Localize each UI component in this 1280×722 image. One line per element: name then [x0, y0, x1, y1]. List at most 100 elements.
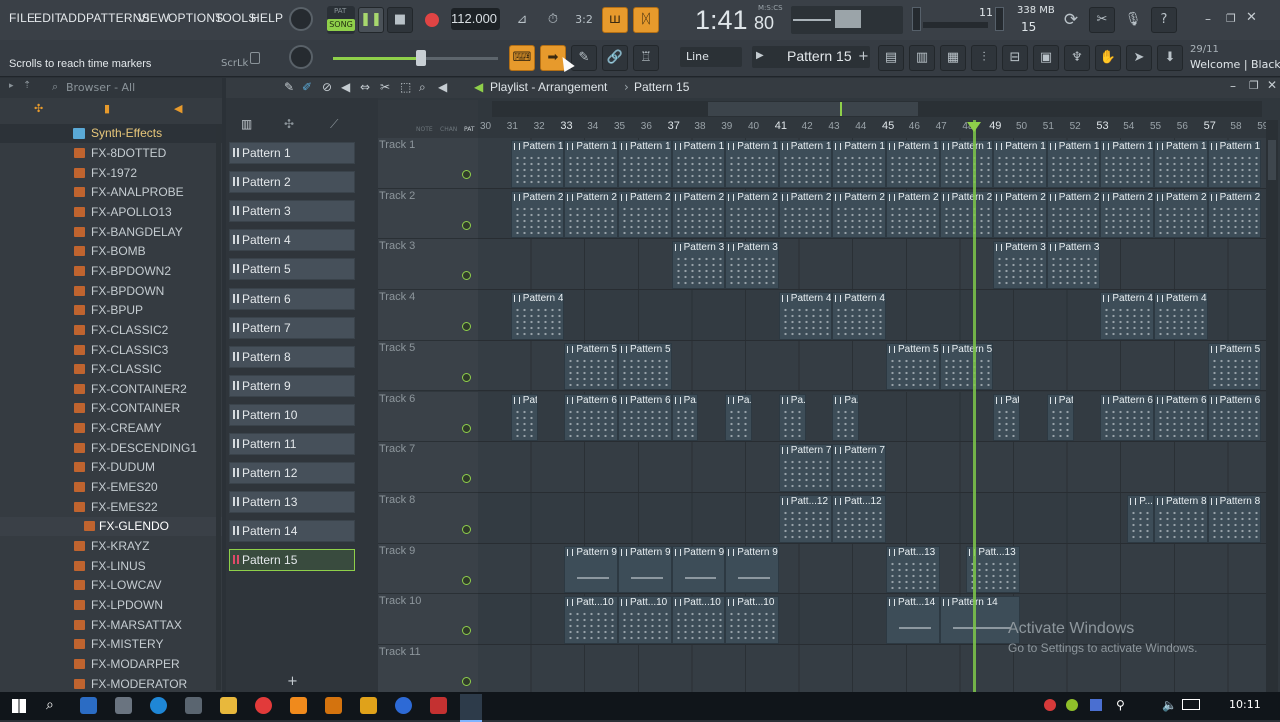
- track-mute-led[interactable]: [462, 170, 471, 179]
- pattern-picker-item[interactable]: Pattern 5: [229, 258, 355, 281]
- playlist-clip[interactable]: Pattern 9: [564, 545, 618, 594]
- menu-add[interactable]: ADD: [60, 11, 86, 25]
- playlist-clip[interactable]: Pattern 6: [510, 393, 538, 442]
- pattern-picker-item[interactable]: Pattern 8: [229, 345, 355, 368]
- track-header[interactable]: Track 5: [378, 340, 478, 392]
- browser-up-icon[interactable]: ⇡: [23, 80, 31, 91]
- playlist-clip[interactable]: Pattern 1: [510, 140, 565, 188]
- playlist-clip[interactable]: Patt...12: [832, 494, 886, 543]
- playlist-clip[interactable]: Pattern 1: [1100, 140, 1154, 188]
- playlist-clip[interactable]: Pattern 2: [510, 190, 565, 239]
- playlist-clip[interactable]: Patt...14: [886, 596, 940, 644]
- playlist-clip[interactable]: Pattern 3: [993, 241, 1047, 290]
- playlist-clip[interactable]: Patt...10: [671, 596, 726, 644]
- playlist-clip[interactable]: Pattern 8: [1207, 494, 1262, 543]
- browser-tool-3-icon[interactable]: ◀: [174, 102, 182, 115]
- playlist-clip[interactable]: Patt...10: [564, 596, 618, 644]
- playlist-clip[interactable]: Pattern 2: [1100, 190, 1154, 239]
- browser-item[interactable]: FX-CONTAINER: [0, 399, 222, 418]
- close-button[interactable]: ✕: [1246, 10, 1260, 25]
- playlist-clip[interactable]: Pattern 4: [510, 292, 565, 340]
- playlist-clip[interactable]: Pattern 5: [618, 342, 672, 391]
- playlist-clip[interactable]: Pattern 4: [1100, 292, 1154, 340]
- paint-tool-icon[interactable]: ✎: [284, 80, 294, 94]
- browser-item[interactable]: FX-MISTERY: [0, 635, 222, 654]
- tray-keyboard-icon[interactable]: [1182, 699, 1200, 710]
- track-mute-led[interactable]: [462, 322, 471, 332]
- tempo-display[interactable]: 112.000: [451, 8, 500, 30]
- record-button[interactable]: [419, 7, 445, 33]
- playlist-clip[interactable]: Patt...12: [778, 494, 833, 543]
- microphone-icon[interactable]: 🎙: [1120, 7, 1146, 33]
- pattern-picker-item[interactable]: Pattern 2: [229, 171, 355, 194]
- playlist-clip[interactable]: Patt...10: [725, 596, 779, 644]
- playlist-clip[interactable]: Pattern 9: [671, 545, 726, 594]
- menu-file[interactable]: FILE: [9, 11, 35, 25]
- taskbar-facebook-icon[interactable]: [395, 697, 412, 714]
- link-icon[interactable]: 🔗: [602, 45, 628, 71]
- snap-selector[interactable]: Line: [680, 47, 742, 67]
- playlist-clip[interactable]: Pattern 1: [939, 140, 994, 188]
- track-mute-led[interactable]: [462, 626, 471, 636]
- playlist-clip[interactable]: Pattern 2: [671, 190, 726, 239]
- slice-tool-icon[interactable]: ✂: [380, 80, 390, 94]
- maximize-button[interactable]: ❐: [1226, 12, 1240, 26]
- track-header[interactable]: Track 1: [378, 138, 478, 189]
- browser-item[interactable]: FX-BPDOWN2: [0, 262, 222, 281]
- track-lane[interactable]: [478, 239, 1266, 291]
- knob-main-volume[interactable]: [289, 7, 313, 31]
- browser-item[interactable]: FX-BOMB: [0, 242, 222, 261]
- track-header[interactable]: Track 6: [378, 391, 478, 443]
- loop-record-button[interactable]: ᛞ: [633, 7, 659, 33]
- pattern-picker-item[interactable]: Pattern 6: [229, 287, 355, 310]
- browser-item[interactable]: FX-EMES22: [0, 498, 222, 517]
- playlist-clip[interactable]: Pattern 4: [778, 292, 833, 340]
- taskbar-app-2-icon[interactable]: [115, 697, 132, 714]
- playlist-clip[interactable]: Pattern 6: [993, 393, 1020, 442]
- track-mute-led[interactable]: [462, 423, 471, 433]
- song-time[interactable]: 1:41 M:S:CS 80: [690, 2, 786, 38]
- playlist-clip[interactable]: Pa...6: [725, 393, 752, 442]
- macro-icon[interactable]: ➤: [1126, 45, 1152, 71]
- browser-item[interactable]: FX-DESCENDING1: [0, 439, 222, 458]
- browser-item[interactable]: FX-MARSATTAX: [0, 616, 222, 635]
- browser-tool-2-icon[interactable]: ▮: [104, 102, 110, 115]
- select-tool-icon[interactable]: ⬚: [400, 80, 411, 94]
- typing-keyboard-button[interactable]: ⌨: [509, 45, 535, 71]
- picker-audio-icon[interactable]: ✣: [284, 117, 294, 131]
- track-header[interactable]: Track 2: [378, 188, 478, 240]
- picker-auto-icon[interactable]: ⟋: [330, 117, 338, 132]
- playlist-clip[interactable]: Pattern 1: [993, 140, 1047, 188]
- playlist-clip[interactable]: Pattern 6: [1207, 393, 1262, 442]
- pattern-picker-item[interactable]: Pattern 3: [229, 200, 355, 223]
- playlist-clip[interactable]: Pattern 9: [725, 545, 779, 594]
- playlist-clip[interactable]: Pattern 6: [1046, 393, 1074, 442]
- playlist-clip[interactable]: Pa...6: [832, 393, 860, 442]
- track-header[interactable]: Track 10: [378, 594, 478, 645]
- plugin-db-icon[interactable]: ▣: [1033, 45, 1059, 71]
- news-panel[interactable]: 29/11 Welcome | Black: [1190, 44, 1280, 74]
- browser-item[interactable]: FX-APOLLO13: [0, 203, 222, 222]
- playlist-clip[interactable]: Pattern 1: [1207, 140, 1262, 188]
- browser-folder-synth-effects[interactable]: Synth-Effects: [0, 124, 222, 143]
- track-mute-led[interactable]: [462, 372, 471, 382]
- playlist-clip[interactable]: Pattern 2: [1046, 190, 1101, 239]
- playlist-vscrollbar[interactable]: [1266, 120, 1278, 692]
- browser-item[interactable]: FX-CLASSIC3: [0, 341, 222, 360]
- plugin-picker-icon[interactable]: ♆: [1064, 45, 1090, 71]
- pattern-picker-item[interactable]: Pattern 11: [229, 433, 355, 455]
- menu-help[interactable]: HELP: [251, 11, 283, 25]
- playlist-clip[interactable]: Pattern 2: [564, 190, 618, 239]
- playlist-maximize-button[interactable]: ❐: [1249, 79, 1259, 92]
- playlist-clip[interactable]: Pattern 4: [832, 292, 886, 340]
- playlist-clip[interactable]: Pa...6: [778, 393, 806, 442]
- mute-tool-icon[interactable]: ◀: [341, 80, 350, 94]
- channel-rack-window-icon[interactable]: ▦: [940, 45, 966, 71]
- slip-tool-icon[interactable]: ⇔: [360, 80, 370, 94]
- playlist-clip[interactable]: Pa...6: [671, 393, 699, 442]
- browser-window-icon[interactable]: ⊟: [1002, 45, 1028, 71]
- playlist-clip[interactable]: Pattern 4: [1154, 292, 1208, 340]
- stamp-icon[interactable]: ♖: [633, 45, 659, 71]
- pattern-picker-item[interactable]: Pattern 1: [229, 142, 355, 164]
- playlist-clip[interactable]: Pattern 5: [886, 342, 940, 391]
